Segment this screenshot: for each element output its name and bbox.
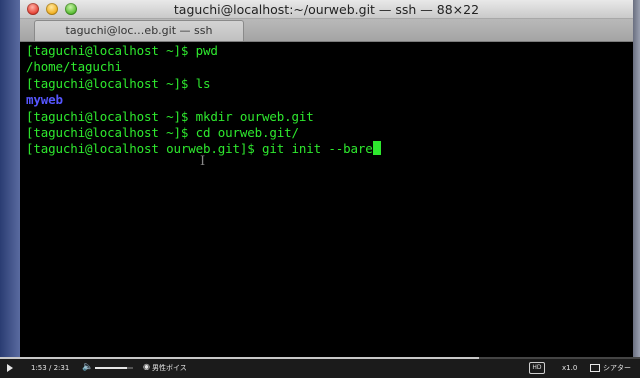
time-display: 1:53 / 2:31 bbox=[31, 363, 69, 373]
terminal-line-text: [taguchi@localhost ~]$ mkdir ourweb.git bbox=[26, 108, 314, 124]
directory-listing-item: myweb bbox=[26, 92, 63, 108]
title-bar[interactable]: taguchi@localhost:~/ourweb.git — ssh — 8… bbox=[20, 0, 633, 19]
volume-slider[interactable] bbox=[95, 367, 133, 369]
terminal-line: [taguchi@localhost ~]$ ls bbox=[26, 76, 633, 92]
desktop-background-right bbox=[633, 0, 640, 357]
current-time: 1:53 bbox=[31, 364, 47, 372]
terminal-window: taguchi@localhost:~/ourweb.git — ssh — 8… bbox=[20, 0, 633, 357]
voice-selector[interactable]: 男性ボイス bbox=[152, 363, 187, 373]
hd-button[interactable]: HD bbox=[529, 362, 545, 374]
progress-bar[interactable] bbox=[0, 357, 640, 359]
tab-bar: taguchi@loc…eb.git — ssh bbox=[20, 19, 633, 42]
theater-icon[interactable] bbox=[590, 364, 600, 372]
speech-bubble-icon[interactable]: ◉ bbox=[143, 362, 150, 372]
duration: 2:31 bbox=[53, 364, 70, 372]
terminal-line: myweb bbox=[26, 92, 633, 108]
time-separator: / bbox=[48, 364, 52, 372]
video-player-controls: 1:53 / 2:31 🔈 ◉ 男性ボイス HD x1.0 シアター bbox=[0, 357, 640, 378]
terminal-line: /home/taguchi bbox=[26, 59, 633, 75]
desktop-background-left bbox=[0, 0, 20, 357]
terminal-output[interactable]: [taguchi@localhost ~]$ pwd /home/taguchi… bbox=[20, 42, 633, 357]
window-title: taguchi@localhost:~/ourweb.git — ssh — 8… bbox=[173, 2, 480, 17]
terminal-line-current: [taguchi@localhost ourweb.git]$ git init… bbox=[26, 141, 633, 157]
volume-slider-fill bbox=[95, 367, 128, 369]
playback-speed-button[interactable]: x1.0 bbox=[562, 363, 577, 373]
terminal-line: [taguchi@localhost ~]$ pwd bbox=[26, 43, 633, 59]
terminal-line: [taguchi@localhost ~]$ cd ourweb.git/ bbox=[26, 125, 633, 141]
terminal-line-text: [taguchi@localhost ~]$ pwd bbox=[26, 43, 218, 58]
terminal-line-text: [taguchi@localhost ~]$ cd ourweb.git/ bbox=[26, 124, 299, 140]
terminal-line: [taguchi@localhost ~]$ mkdir ourweb.git bbox=[26, 109, 633, 125]
ibeam-cursor-icon: I bbox=[200, 154, 206, 169]
terminal-line-text: /home/taguchi bbox=[26, 59, 122, 75]
text-cursor bbox=[372, 141, 381, 156]
play-icon[interactable] bbox=[7, 364, 13, 372]
theater-mode-button[interactable]: シアター bbox=[603, 363, 631, 373]
tab-ssh-session[interactable]: taguchi@loc…eb.git — ssh bbox=[34, 20, 244, 41]
progress-bar-fill bbox=[0, 357, 479, 359]
terminal-line-text: [taguchi@localhost ~]$ ls bbox=[26, 75, 211, 91]
speaker-icon[interactable]: 🔈 bbox=[82, 362, 93, 372]
